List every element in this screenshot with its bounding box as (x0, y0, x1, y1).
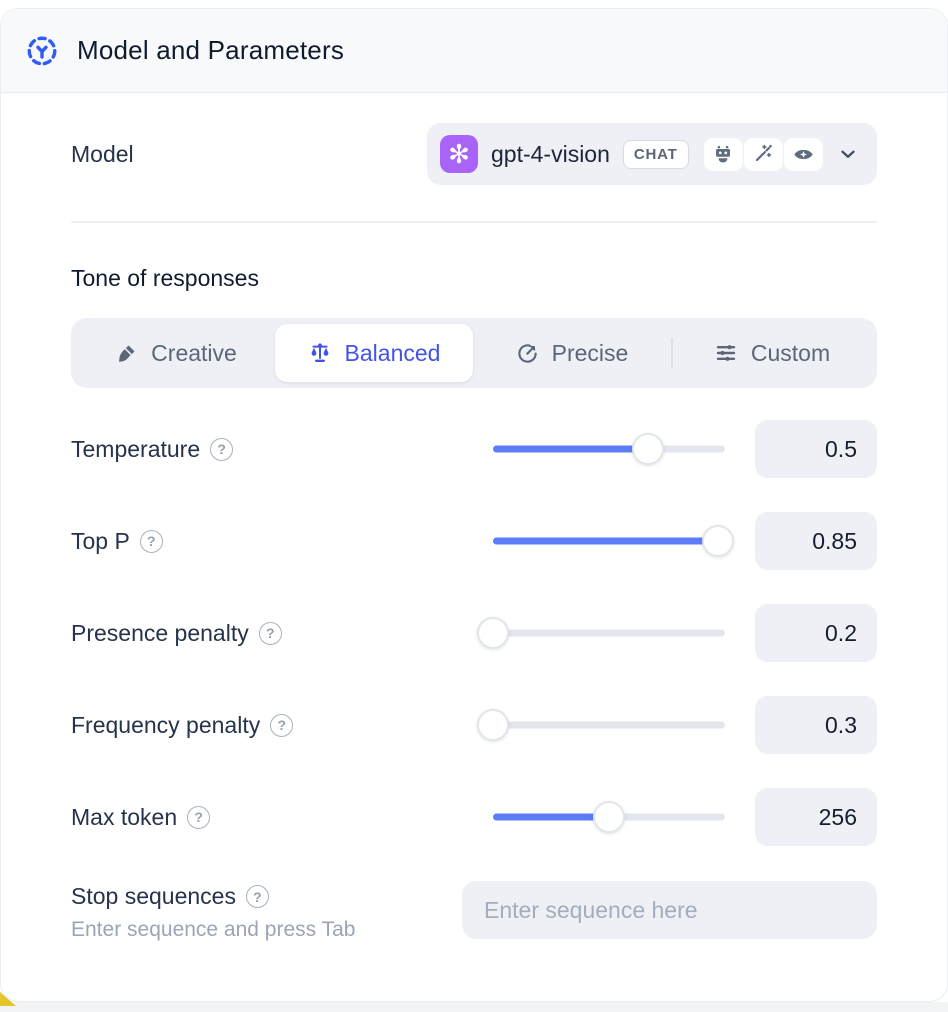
slider-thumb[interactable] (702, 525, 734, 557)
slider-thumb[interactable] (477, 617, 509, 649)
param-label: Frequency penalty (71, 712, 260, 739)
tab-precise[interactable]: Precise (473, 324, 671, 382)
param-row-top-p: Top P ? 0.85 (71, 510, 877, 572)
param-label: Max token (71, 804, 177, 831)
tab-creative[interactable]: Creative (77, 324, 275, 382)
help-icon[interactable]: ? (210, 438, 233, 461)
slider-fill (493, 538, 718, 545)
slider-fill (493, 446, 648, 453)
selected-model-name: gpt-4-vision (491, 141, 610, 168)
temperature-value[interactable]: 0.5 (755, 420, 877, 478)
presence-penalty-slider[interactable] (493, 617, 725, 649)
slider-thumb[interactable] (477, 709, 509, 741)
chat-type-badge: CHAT (623, 140, 689, 169)
param-label: Temperature (71, 436, 200, 463)
chevron-down-icon[interactable] (837, 143, 859, 165)
tone-section-heading: Tone of responses (71, 265, 877, 292)
frequency-penalty-value[interactable]: 0.3 (755, 696, 877, 754)
model-label: Model (71, 141, 134, 168)
model-scope-icon (25, 34, 59, 68)
tab-balanced[interactable]: Balanced (275, 324, 473, 382)
help-icon[interactable]: ? (246, 885, 269, 908)
tab-label: Precise (552, 340, 629, 367)
slider-thumb[interactable] (593, 801, 625, 833)
sliders-icon (714, 341, 738, 365)
balance-scale-icon (308, 341, 332, 365)
openai-logo-icon: ✻ (440, 135, 478, 173)
section-divider (71, 221, 877, 223)
temperature-slider[interactable] (493, 433, 725, 465)
model-row: Model ✻ gpt-4-vision CHAT (71, 123, 877, 185)
slider-thumb[interactable] (632, 433, 664, 465)
frequency-penalty-slider[interactable] (493, 709, 725, 741)
tab-label: Creative (151, 340, 237, 367)
tone-tab-group: Creative Balanced (71, 318, 877, 388)
slider-fill (493, 814, 609, 821)
magic-wand-icon (744, 138, 783, 171)
param-label: Top P (71, 528, 130, 555)
presence-penalty-value[interactable]: 0.2 (755, 604, 877, 662)
max-token-value[interactable]: 256 (755, 788, 877, 846)
help-icon[interactable]: ? (140, 530, 163, 553)
max-token-slider[interactable] (493, 801, 725, 833)
param-row-presence-penalty: Presence penalty ? 0.2 (71, 602, 877, 664)
stop-sequences-label: Stop sequences (71, 883, 236, 910)
paintbrush-icon (115, 342, 138, 365)
robot-icon (704, 138, 743, 171)
target-icon (516, 342, 539, 365)
help-icon[interactable]: ? (187, 806, 210, 829)
capability-chips (704, 138, 823, 171)
help-icon[interactable]: ? (259, 622, 282, 645)
param-row-max-token: Max token ? 256 (71, 786, 877, 848)
slider-track[interactable] (493, 722, 725, 729)
param-label: Presence penalty (71, 620, 249, 647)
stop-sequences-hint: Enter sequence and press Tab (71, 918, 462, 942)
top-p-slider[interactable] (493, 525, 725, 557)
vision-eye-icon (784, 138, 823, 171)
panel-header: Model and Parameters (1, 9, 947, 93)
top-p-value[interactable]: 0.85 (755, 512, 877, 570)
stop-sequence-input[interactable] (462, 881, 877, 939)
tab-label: Balanced (345, 340, 441, 367)
help-icon[interactable]: ? (270, 714, 293, 737)
model-select-dropdown[interactable]: ✻ gpt-4-vision CHAT (427, 123, 877, 185)
slider-track[interactable] (493, 630, 725, 637)
param-row-frequency-penalty: Frequency penalty ? 0.3 (71, 694, 877, 756)
tab-custom[interactable]: Custom (673, 324, 871, 382)
model-parameters-panel: Model and Parameters Model ✻ gpt-4-visio… (0, 8, 948, 1002)
stop-sequences-row: Stop sequences ? Enter sequence and pres… (71, 881, 877, 998)
tab-label: Custom (751, 340, 830, 367)
page-title: Model and Parameters (77, 35, 344, 66)
param-row-temperature: Temperature ? 0.5 (71, 418, 877, 480)
page-background-strip (0, 1002, 948, 1012)
